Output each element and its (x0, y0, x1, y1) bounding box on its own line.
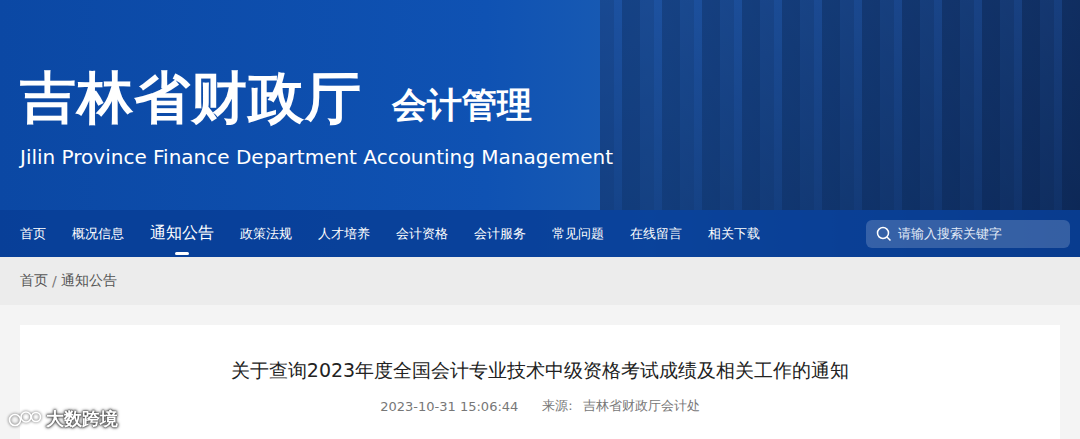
nav-item[interactable]: 政策法规 (240, 210, 292, 257)
nav-item[interactable]: 通知公告 (150, 210, 214, 257)
breadcrumb-separator: / (52, 273, 57, 289)
site-english-title: Jilin Province Finance Department Accoun… (20, 144, 1080, 170)
article-card: 关于查询2023年度全国会计专业技术中级资格考试成绩及相关工作的通知 2023-1… (20, 325, 1060, 439)
search-icon (876, 226, 892, 242)
page: 吉林省财政厅会计管理 Jilin Province Finance Departm… (0, 0, 1080, 439)
search-field[interactable]: 请输入搜索关键字 (866, 220, 1070, 248)
site-subtitle: 会计管理 (392, 82, 532, 129)
article-source: 吉林省财政厅会计处 (583, 397, 700, 415)
search-placeholder: 请输入搜索关键字 (898, 225, 1002, 243)
article-source-label: 来源: (542, 397, 572, 415)
nav-item[interactable]: 会计资格 (396, 210, 448, 257)
nav-item[interactable]: 人才培养 (318, 210, 370, 257)
banner-photo (600, 0, 1080, 210)
article-meta: 2023-10-31 15:06:44 来源: 吉林省财政厅会计处 (20, 397, 1060, 415)
breadcrumb: 首页/通知公告 (0, 257, 1080, 305)
watermark: 大数跨境 (8, 407, 118, 431)
nav-item[interactable]: 会计服务 (474, 210, 526, 257)
article-date: 2023-10-31 15:06:44 (380, 399, 518, 414)
article-title: 关于查询2023年度全国会计专业技术中级资格考试成绩及相关工作的通知 (20, 355, 1060, 385)
breadcrumb-item[interactable]: 通知公告 (61, 272, 117, 290)
watermark-text: 大数跨境 (46, 407, 118, 431)
nav-item[interactable]: 概况信息 (72, 210, 124, 257)
brand: 吉林省财政厅会计管理 Jilin Province Finance Departm… (0, 0, 1080, 210)
nav-item[interactable]: 首页 (20, 210, 46, 257)
watermark-logo-icon (8, 409, 42, 429)
site-title: 吉林省财政厅 (20, 66, 362, 130)
banner: 吉林省财政厅会计管理 Jilin Province Finance Departm… (0, 0, 1080, 257)
breadcrumb-item[interactable]: 首页 (20, 272, 48, 290)
nav-item[interactable]: 在线留言 (630, 210, 682, 257)
main-nav: 首页概况信息通知公告政策法规人才培养会计资格会计服务常见问题在线留言相关下载 请输… (0, 210, 1080, 257)
nav-item[interactable]: 相关下载 (708, 210, 760, 257)
nav-item[interactable]: 常见问题 (552, 210, 604, 257)
content-area: 关于查询2023年度全国会计专业技术中级资格考试成绩及相关工作的通知 2023-1… (0, 305, 1080, 439)
